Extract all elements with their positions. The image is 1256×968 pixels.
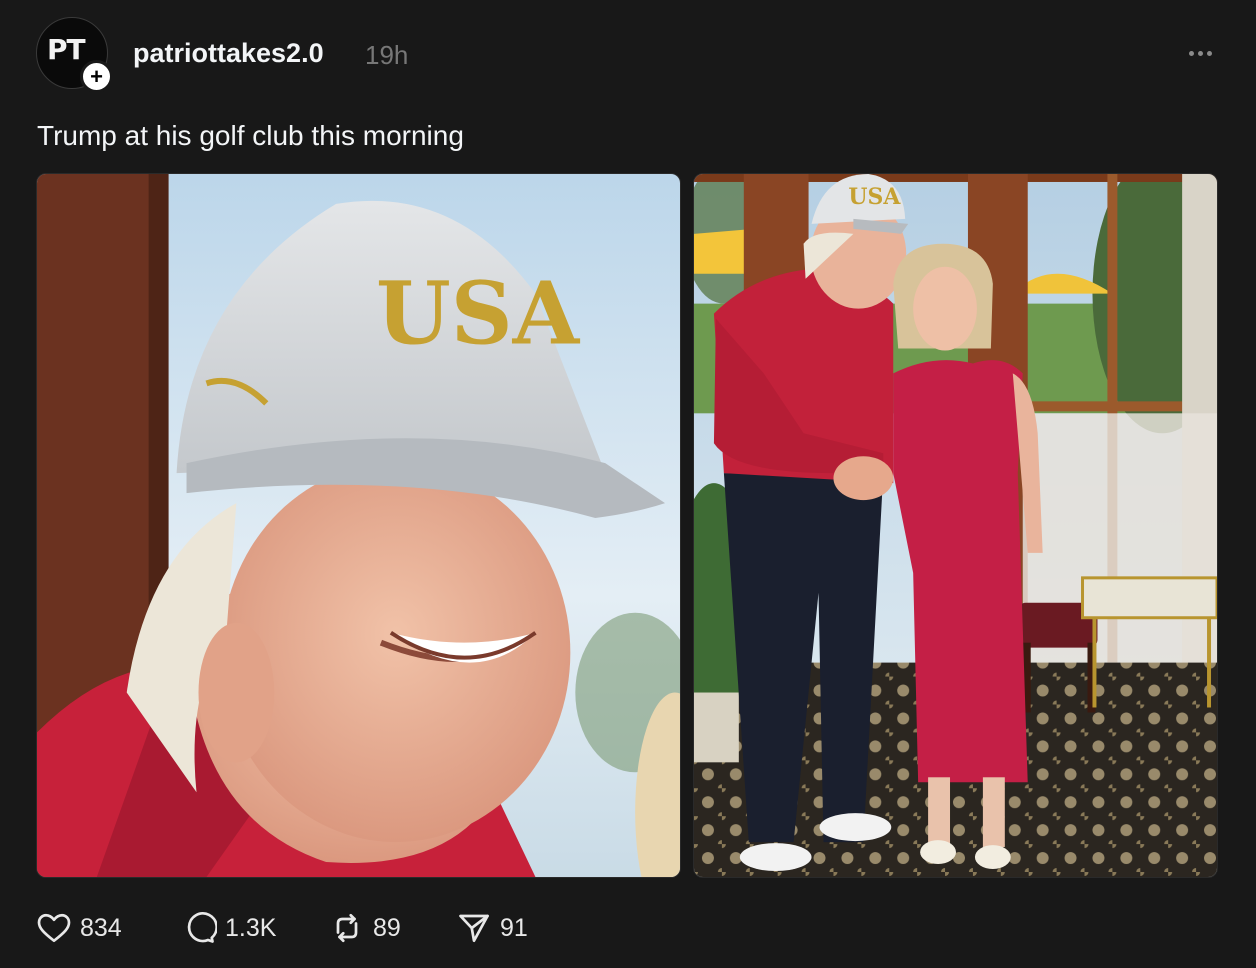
heart-icon (37, 913, 71, 943)
reply-button[interactable]: 1.3K (181, 905, 329, 951)
post-timestamp: 19h (365, 40, 409, 70)
post-caption: Trump at his golf club this morning (37, 120, 464, 151)
cap-usa-text: USA (376, 264, 581, 365)
post-image-full[interactable]: USA (693, 173, 1218, 878)
reply-count: 1.3K (225, 913, 277, 942)
follow-plus-icon[interactable]: + (80, 60, 113, 93)
share-count: 91 (500, 913, 528, 942)
thread-post: PT + patriottakes2.0 19h Trump at his go… (0, 0, 1256, 968)
more-options-ellipsis-icon[interactable] (1180, 38, 1220, 68)
avatar-logo-text: PT (47, 33, 86, 66)
speech-bubble-icon (187, 912, 217, 943)
repost-count: 89 (373, 913, 401, 942)
author-username[interactable]: patriottakes2.0 (133, 38, 324, 69)
repost-arrows-icon (336, 913, 358, 943)
share-button[interactable]: 91 (456, 905, 546, 951)
cap-usa-text-small: USA (848, 184, 901, 210)
post-image-closeup[interactable]: USA (36, 173, 681, 878)
closeup-photo-illustration: USA (37, 174, 680, 877)
send-plane-icon (459, 914, 489, 943)
action-bar: 834 1.3K 89 91 (36, 905, 546, 951)
full-photo-illustration: USA (694, 174, 1217, 877)
like-button[interactable]: 834 (36, 905, 181, 951)
like-count: 834 (80, 913, 122, 942)
repost-button[interactable]: 89 (329, 905, 456, 951)
